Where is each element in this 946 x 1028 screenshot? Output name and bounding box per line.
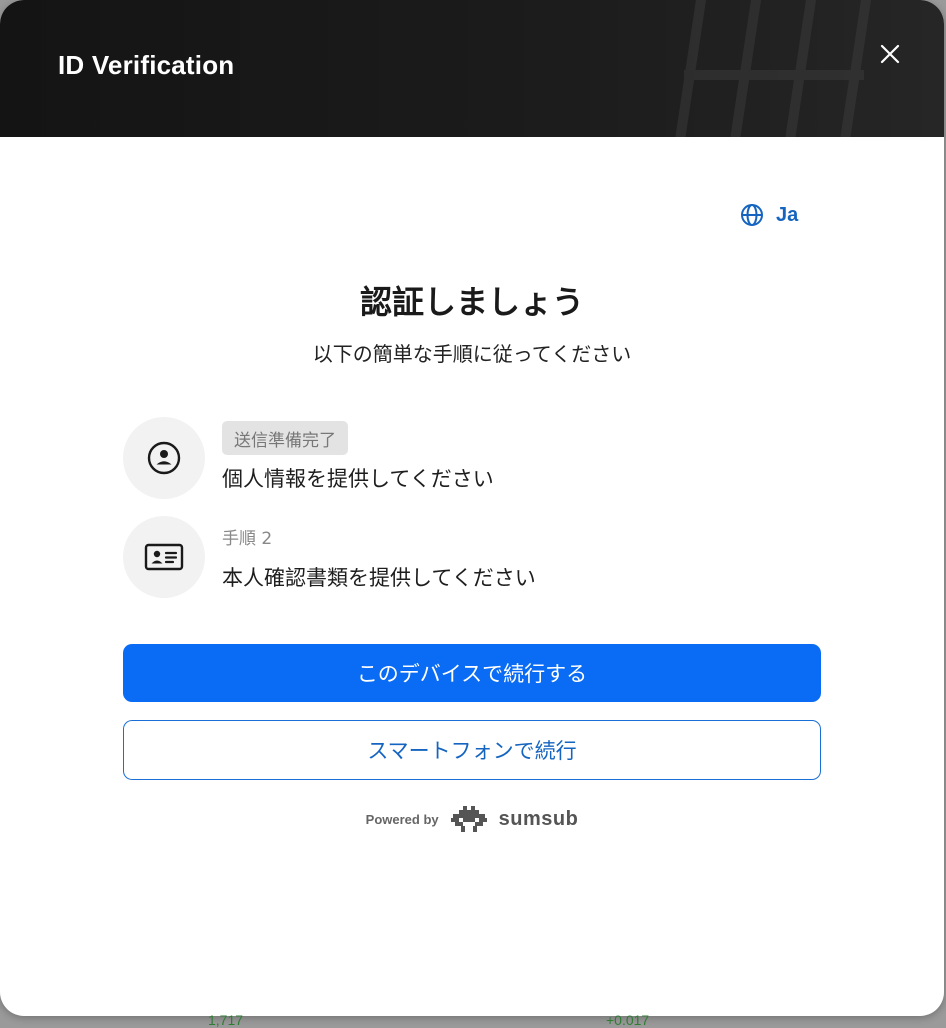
globe-icon [741, 204, 763, 226]
step-number-label: 手順 2 [222, 529, 273, 549]
step-id-document: 手順 2 本人確認書類を提供してください [123, 516, 823, 598]
page-subtitle: 以下の簡単な手順に従ってください [312, 342, 632, 366]
close-button[interactable] [872, 36, 908, 72]
continue-on-smartphone-button[interactable]: スマートフォンで続行 [123, 720, 821, 780]
language-label: Ja [776, 203, 799, 226]
step-icon-container [123, 417, 205, 499]
close-icon [880, 44, 900, 64]
verification-modal: ID Verification Ja 認証しましょう 以下の簡単な手順に従ってく… [0, 0, 944, 1016]
background-value: 1,717 [208, 1012, 244, 1028]
page-title: 認証しましょう [359, 283, 584, 321]
header-decoration-icon [675, 0, 872, 137]
powered-by-footer: Powered by sumsub [0, 806, 944, 832]
background-value: +0.017 [606, 1012, 650, 1028]
person-circle-icon [147, 441, 181, 475]
step-text: 本人確認書類を提供してください [222, 566, 536, 590]
sumsub-brand: sumsub [498, 807, 579, 830]
continue-on-device-button[interactable]: このデバイスで続行する [123, 644, 821, 702]
powered-by-label: Powered by [365, 811, 439, 827]
status-badge: 送信準備完了 [222, 421, 348, 455]
language-selector[interactable]: Ja [740, 200, 798, 230]
modal-title: ID Verification [58, 50, 235, 80]
step-text: 個人情報を提供してください [222, 467, 494, 491]
modal-header: ID Verification [0, 0, 944, 137]
sumsub-logo-icon [450, 806, 487, 832]
id-card-icon [144, 543, 184, 571]
step-personal-info: 送信準備完了 個人情報を提供してください [123, 417, 823, 499]
step-icon-container [123, 516, 205, 598]
